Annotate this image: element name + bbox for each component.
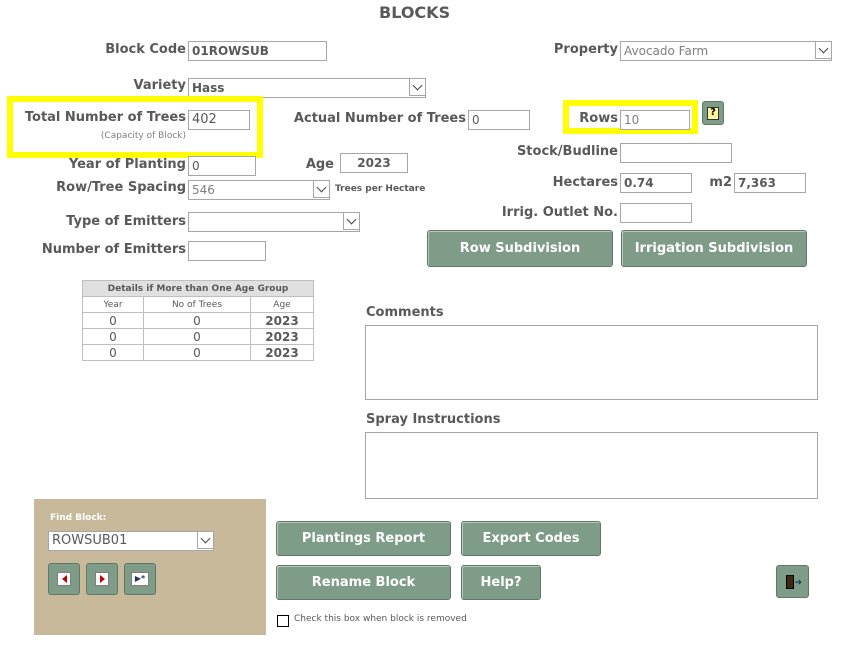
table-cell-year[interactable]: 0 [82,344,144,361]
prev-record-icon [61,575,67,583]
age-label: Age [305,157,334,172]
emitter-count-field[interactable] [188,241,266,261]
comments-label: Comments [366,305,444,320]
chevron-down-icon[interactable] [197,532,213,549]
rename-block-button[interactable]: Rename Block [276,565,451,600]
property-label: Property [553,42,618,57]
variety-select[interactable]: Hass [188,78,426,98]
emitter-type-select[interactable] [188,212,360,232]
table-cell-age: 2023 [250,328,314,345]
m2-label: m2 [709,175,732,190]
emitter-count-label: Number of Emitters [41,242,186,257]
table-cell-year[interactable]: 0 [82,312,144,329]
emitter-type-label: Type of Emitters [66,214,186,229]
chevron-down-icon[interactable] [815,42,831,59]
age-table-col-year: Year [82,296,144,313]
table-row: 0 0 2023 [82,312,314,329]
hectares-field: 0.74 [620,173,692,193]
find-block-panel: Find Block: ROWSUB01 ▶* [34,499,266,635]
year-planting-label: Year of Planting [68,157,186,172]
spray-label: Spray Instructions [366,412,501,427]
age-table-col-trees: No of Trees [143,296,251,313]
hectares-label: Hectares [552,175,618,190]
total-trees-sublabel: (Capacity of Block) [100,131,186,141]
actual-trees-field[interactable]: 0 [468,110,530,130]
actual-trees-label: Actual Number of Trees [293,111,466,126]
stock-label: Stock/Budline [516,144,618,159]
age-group-table: Details if More than One Age Group Year … [82,280,314,361]
new-record-icon: ▶* [134,574,146,583]
removed-checkbox-label: Check this box when block is removed [294,614,467,624]
variety-label: Variety [133,78,187,93]
table-cell-age: 2023 [250,344,314,361]
spacing-select[interactable]: 546 [188,180,330,200]
irrigation-subdivision-button[interactable]: Irrigation Subdivision [621,230,807,267]
spacing-value: 546 [192,183,215,197]
spacing-suffix: Trees per Hectare [335,184,426,194]
comments-textarea[interactable] [365,325,818,400]
age-table-title: Details if More than One Age Group [82,280,314,297]
find-block-label: Find Block: [50,513,107,523]
property-value: Avocado Farm [624,44,709,58]
property-select[interactable]: Avocado Farm [620,41,832,61]
rows-label: Rows [579,111,618,126]
rows-field[interactable]: 10 [620,110,690,130]
block-code-label: Block Code [105,42,186,57]
spray-textarea[interactable] [365,432,818,499]
question-icon: ? [707,106,719,120]
new-record-button[interactable]: ▶* [124,563,156,595]
table-cell-age: 2023 [250,312,314,329]
age-field: 2023 [340,153,408,173]
variety-value: Hass [192,81,225,95]
irrig-outlet-label: Irrig. Outlet No. [501,205,618,220]
irrig-outlet-field[interactable] [620,203,692,223]
age-table-col-age: Age [250,296,314,313]
table-row: 0 0 2023 [82,328,314,345]
export-codes-button[interactable]: Export Codes [461,521,601,556]
page-title: BLOCKS [379,3,451,22]
next-record-icon [99,575,105,583]
total-trees-field[interactable]: 402 [188,110,250,130]
prev-record-button[interactable] [48,563,80,595]
find-block-select[interactable]: ROWSUB01 [48,531,214,551]
chevron-down-icon[interactable] [313,181,329,198]
exit-button[interactable]: ➜ [776,565,809,598]
total-trees-label: Total Number of Trees [24,110,186,125]
exit-door-icon: ➜ [785,574,802,589]
year-planting-field[interactable]: 0 [188,156,256,176]
table-cell-trees[interactable]: 0 [143,312,251,329]
table-cell-trees[interactable]: 0 [143,328,251,345]
chevron-down-icon[interactable] [343,213,359,230]
table-row: 0 0 2023 [82,344,314,361]
row-subdivision-button[interactable]: Row Subdivision [427,230,613,267]
m2-field: 7,363 [734,173,806,193]
plantings-report-button[interactable]: Plantings Report [276,521,451,556]
block-code-field[interactable]: 01ROWSUB [188,41,327,61]
help-button[interactable]: Help? [461,565,541,600]
find-block-value: ROWSUB01 [52,533,128,548]
removed-checkbox[interactable] [277,615,289,627]
table-cell-year[interactable]: 0 [82,328,144,345]
spacing-label: Row/Tree Spacing [56,180,186,195]
table-cell-trees[interactable]: 0 [143,344,251,361]
stock-field[interactable] [620,143,732,163]
next-record-button[interactable] [86,563,118,595]
rows-help-button[interactable]: ? [702,101,724,125]
chevron-down-icon[interactable] [409,79,425,96]
